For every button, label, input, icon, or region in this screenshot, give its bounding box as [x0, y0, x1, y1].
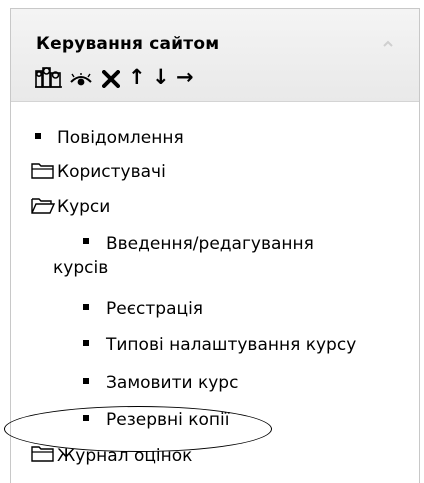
folder-closed-icon[interactable]	[31, 161, 55, 179]
folder-open-icon[interactable]	[31, 196, 55, 214]
menu-item-messages[interactable]: Повідомлення	[57, 128, 184, 148]
move-right-icon[interactable]: →	[176, 65, 194, 89]
configure-roles-icon[interactable]	[34, 65, 64, 91]
folder-closed-icon[interactable]	[31, 444, 55, 462]
hide-eye-icon[interactable]	[70, 73, 92, 87]
menu-item-courses[interactable]: Курси	[57, 197, 110, 217]
collapse-arrow-icon[interactable]	[383, 39, 393, 49]
bullet-icon	[83, 340, 89, 346]
move-down-icon[interactable]: ↓	[152, 65, 170, 89]
bullet-icon	[83, 304, 89, 310]
block-header: Керування сайтом ↑ ↓ →	[11, 9, 419, 102]
delete-icon[interactable]	[102, 70, 120, 88]
menu-item-request-course[interactable]: Замовити курс	[106, 373, 238, 393]
menu-item-registration[interactable]: Реєстрація	[106, 299, 203, 319]
block-title: Керування сайтом	[36, 34, 220, 54]
menu-item-users[interactable]: Користувачі	[57, 162, 166, 182]
menu-item-edit-courses-line1[interactable]: Введення/редагування	[106, 234, 314, 254]
bullet-icon	[83, 238, 89, 244]
site-administration-block: Керування сайтом ↑ ↓ → Повідомлення Кори…	[10, 8, 420, 483]
move-up-icon[interactable]: ↑	[128, 65, 146, 89]
menu-item-default-settings[interactable]: Типові налаштування курсу	[106, 335, 356, 355]
menu-item-edit-courses-line2[interactable]: курсів	[53, 258, 108, 278]
menu-item-backups[interactable]: Резервні копії	[106, 410, 230, 430]
bullet-icon	[83, 415, 89, 421]
menu-item-gradebook[interactable]: Журнал оцінок	[57, 446, 192, 466]
bullet-icon	[83, 378, 89, 384]
bullet-icon	[35, 133, 41, 139]
